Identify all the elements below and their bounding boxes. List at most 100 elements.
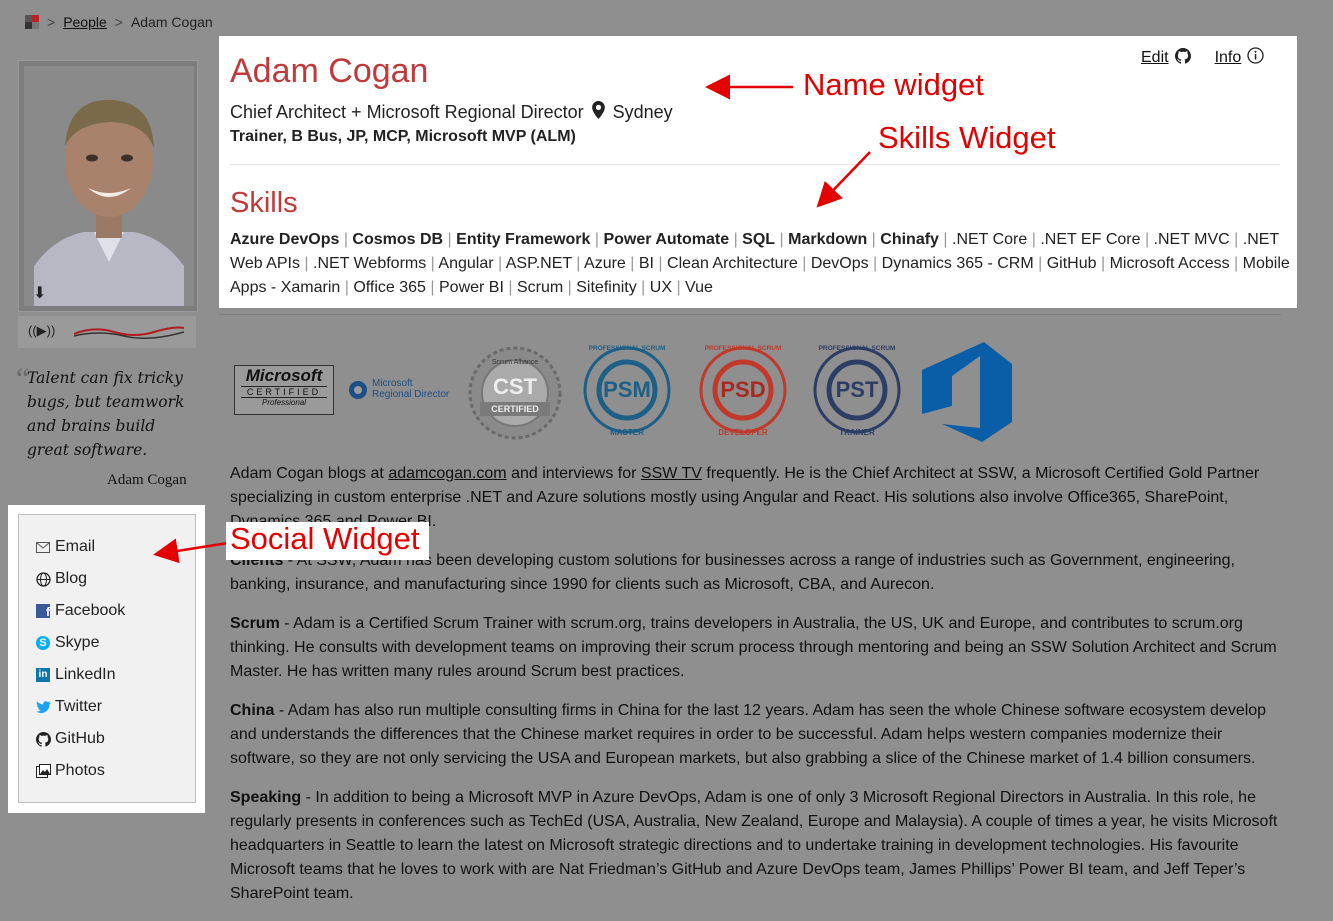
skill-tag[interactable]: Office 365	[353, 279, 426, 296]
skill-tag[interactable]: .NET Core	[952, 231, 1027, 248]
location-pin-icon	[591, 101, 605, 124]
breadcrumb: > People > Adam Cogan	[25, 14, 213, 30]
bio-text: - Adam has also run multiple consulting …	[230, 702, 1267, 767]
home-icon[interactable]	[25, 15, 39, 29]
github-icon[interactable]	[1174, 47, 1191, 69]
badge-line: CERTIFIED	[241, 386, 327, 398]
bio-china: China - Adam has also run multiple consu…	[230, 699, 1290, 771]
location-text: Sydney	[612, 102, 673, 122]
regional-director-badge: Microsoft Regional Director	[348, 378, 452, 402]
social-item-facebook[interactable]: f Facebook	[19, 595, 195, 627]
skill-tag[interactable]: GitHub	[1047, 255, 1097, 272]
skill-tag[interactable]: Azure	[584, 255, 626, 272]
certification-badges: Microsoft CERTIFIED Professional Microso…	[232, 340, 1032, 445]
badge-line: MASTER	[610, 428, 644, 437]
badge-line: PROFESSIONAL SCRUM	[588, 345, 666, 352]
breadcrumb-people-link[interactable]: People	[63, 14, 107, 30]
quote-author: Adam Cogan	[107, 472, 187, 488]
skill-tag[interactable]: Sitefinity	[576, 279, 636, 296]
social-item-linkedin[interactable]: in LinkedIn	[19, 659, 195, 691]
skill-tag[interactable]: Cosmos DB	[352, 231, 443, 248]
badge-line: Regional Director	[372, 389, 450, 400]
download-icon[interactable]: ⬇	[33, 283, 46, 303]
social-label: Twitter	[55, 698, 103, 715]
annotation-social-widget: Social Widget	[230, 521, 420, 556]
bio-label: Scrum	[230, 615, 280, 632]
psm-badge: PROFESSIONAL SCRUM PSM MASTER	[582, 340, 672, 440]
badge-line: Professional	[261, 398, 307, 407]
globe-icon	[35, 571, 51, 587]
linkedin-icon: in	[35, 667, 51, 683]
skill-tag[interactable]: .NET EF Core	[1040, 231, 1140, 248]
skill-tag[interactable]: Markdown	[788, 231, 867, 248]
skills-heading: Skills	[230, 187, 298, 219]
skill-tag[interactable]: DevOps	[811, 255, 869, 272]
social-item-github[interactable]: GitHub	[19, 723, 195, 755]
audio-play-icon[interactable]: ((▶))	[28, 323, 55, 339]
skill-tag[interactable]: UX	[650, 279, 672, 296]
badge-line: Microsoft	[245, 366, 323, 385]
breadcrumb-current: Adam Cogan	[130, 14, 213, 30]
profile-quote: Talent can fix tricky bugs, but teamwork…	[27, 369, 185, 459]
audio-player[interactable]: ((▶))	[18, 316, 196, 348]
info-icon[interactable]	[1247, 47, 1264, 69]
skill-tag[interactable]: Power Automate	[603, 231, 729, 248]
skills-list: Azure DevOps | Cosmos DB | Entity Framew…	[230, 231, 1290, 296]
blog-link[interactable]: adamcogan.com	[388, 465, 506, 482]
bio-text: - In addition to being a Microsoft MVP i…	[230, 789, 1278, 902]
profile-actions: Edit Info	[1141, 47, 1264, 69]
regional-director-icon	[349, 381, 367, 399]
twitter-icon	[35, 699, 51, 715]
skill-tag[interactable]: Vue	[685, 279, 713, 296]
azure-devops-logo	[922, 342, 1022, 442]
skill-tag[interactable]: .NET MVC	[1154, 231, 1230, 248]
psd-badge: PROFESSIONAL SCRUM PSD DEVELOPER	[698, 340, 788, 440]
badge-line: Microsoft	[372, 378, 413, 389]
skill-tag[interactable]: Azure DevOps	[230, 231, 339, 248]
skill-tag[interactable]: Power BI	[439, 279, 504, 296]
breadcrumb-separator: >	[47, 14, 56, 30]
social-item-email[interactable]: Email	[19, 531, 195, 563]
social-label: LinkedIn	[55, 666, 116, 683]
profile-photo: ⬇	[18, 60, 198, 312]
badge-line: PSM	[603, 377, 651, 402]
skill-tag[interactable]: Clean Architecture	[667, 255, 798, 272]
skill-tag[interactable]: SQL	[742, 231, 775, 248]
social-label: Skype	[55, 634, 100, 651]
bio-label: China	[230, 702, 275, 719]
skill-tag[interactable]: Microsoft Access	[1110, 255, 1230, 272]
social-item-photos[interactable]: Photos	[19, 755, 195, 787]
badge-line: TRAINER	[839, 428, 875, 437]
skype-icon: S	[35, 635, 51, 651]
ssw-tv-link[interactable]: SSW TV	[641, 465, 702, 482]
badge-line: CST	[493, 374, 537, 399]
skill-tag[interactable]: Dynamics 365 - CRM	[882, 255, 1034, 272]
skill-tag[interactable]: Scrum	[517, 279, 563, 296]
skill-tag[interactable]: Entity Framework	[456, 231, 590, 248]
edit-link[interactable]: Edit	[1141, 49, 1169, 67]
badge-line: Scrum Alliance	[491, 359, 539, 366]
profile-name: Adam Cogan	[230, 52, 429, 90]
social-item-skype[interactable]: S Skype	[19, 627, 195, 659]
skill-tag[interactable]: Angular	[438, 255, 493, 272]
social-item-blog[interactable]: Blog	[19, 563, 195, 595]
info-link[interactable]: Info	[1215, 49, 1242, 67]
email-icon	[35, 539, 51, 555]
social-item-twitter[interactable]: Twitter	[19, 691, 195, 723]
skill-tag[interactable]: ASP.NET	[506, 255, 572, 272]
social-label: Facebook	[55, 602, 126, 619]
portrait-image	[24, 66, 194, 306]
bio-text: and interviews for	[506, 465, 641, 482]
bio-scrum: Scrum - Adam is a Certified Scrum Traine…	[230, 612, 1290, 684]
annotation-name-widget: Name widget	[803, 67, 984, 102]
divider	[219, 314, 1281, 315]
skill-tag[interactable]: .NET Webforms	[313, 255, 426, 272]
divider	[230, 164, 1280, 165]
social-label: Email	[55, 538, 96, 555]
skill-tag[interactable]: BI	[639, 255, 654, 272]
role-text: Chief Architect + Microsoft Regional Dir…	[230, 102, 584, 122]
skill-tag[interactable]: Chinafy	[880, 231, 939, 248]
profile-role: Chief Architect + Microsoft Regional Dir…	[230, 101, 673, 124]
social-label: Photos	[55, 762, 105, 779]
social-label: Blog	[55, 570, 88, 587]
